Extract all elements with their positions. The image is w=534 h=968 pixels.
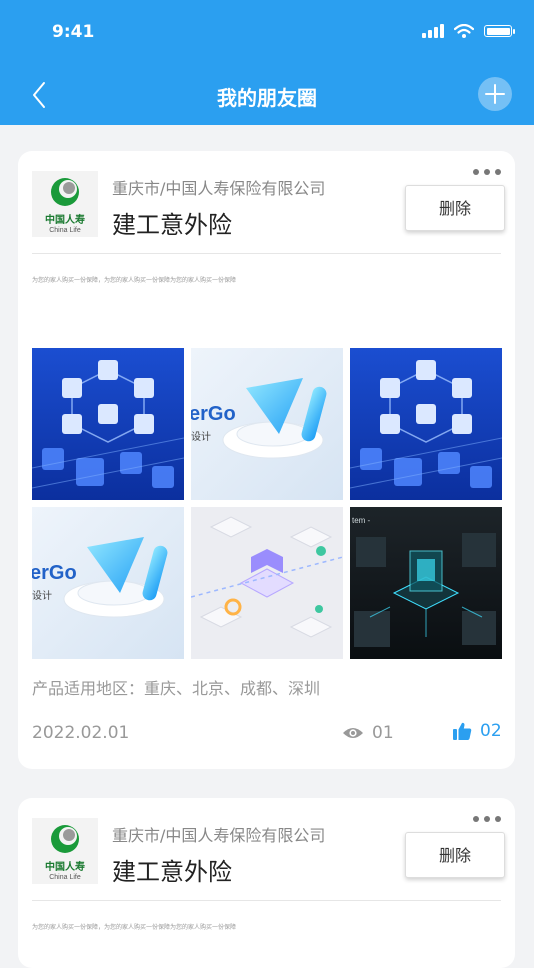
signal-icon bbox=[422, 24, 444, 38]
delete-button[interactable]: 删除 bbox=[405, 185, 505, 231]
company-name: 重庆市/中国人寿保险有限公司 bbox=[112, 179, 326, 198]
add-post-button[interactable] bbox=[478, 77, 512, 111]
more-options-icon[interactable] bbox=[473, 169, 501, 175]
svg-text:China Life: China Life bbox=[49, 227, 81, 234]
eye-icon bbox=[343, 728, 363, 738]
battery-icon bbox=[484, 25, 515, 37]
wifi-icon bbox=[454, 24, 474, 38]
svg-text:China Life: China Life bbox=[49, 874, 81, 881]
thumbs-up-icon bbox=[453, 722, 472, 740]
svg-text:erGo: erGo bbox=[32, 562, 77, 584]
status-icons bbox=[422, 24, 515, 38]
post-date: 2022.02.01 bbox=[32, 723, 130, 743]
post-description: 为您的家人购买一份保障，为您的家人购买一份保障为您的家人购买一份保障 bbox=[32, 277, 237, 284]
divider bbox=[32, 900, 501, 901]
post-description: 为您的家人购买一份保障，为您的家人购买一份保障为您的家人购买一份保障 bbox=[32, 924, 237, 931]
plus-icon bbox=[485, 84, 505, 104]
post-card: 中国人寿 China Life 重庆市/中国人寿保险有限公司 建工意外险 删除 … bbox=[18, 798, 515, 968]
product-name: 建工意外险 bbox=[112, 858, 232, 886]
post-image-blue-cubes[interactable] bbox=[350, 348, 502, 500]
svg-text:tem -: tem - bbox=[352, 516, 371, 525]
view-count-value: 01 bbox=[372, 723, 394, 743]
view-count: 01 bbox=[342, 723, 394, 743]
status-time: 9:41 bbox=[52, 22, 95, 42]
post-image-chip-circuit[interactable]: tem - bbox=[350, 507, 502, 659]
product-name: 建工意外险 bbox=[112, 211, 232, 239]
like-button[interactable]: 02 bbox=[452, 721, 502, 741]
svg-text:erGo: erGo bbox=[191, 403, 236, 425]
svg-text:中国人寿: 中国人寿 bbox=[45, 860, 85, 873]
page-title: 我的朋友圈 bbox=[217, 86, 317, 110]
more-options-icon[interactable] bbox=[473, 816, 501, 822]
image-grid: erGo 设计 erGo 设计 tem - bbox=[32, 348, 502, 659]
post-image-blue-cubes[interactable] bbox=[32, 348, 184, 500]
svg-text:设计: 设计 bbox=[32, 589, 52, 602]
company-name: 重庆市/中国人寿保险有限公司 bbox=[112, 826, 326, 845]
product-region: 产品适用地区：重庆、北京、成都、深圳 bbox=[32, 679, 321, 698]
svg-text:设计: 设计 bbox=[191, 430, 211, 443]
post-image-isometric-city[interactable] bbox=[191, 507, 343, 659]
like-count-value: 02 bbox=[480, 721, 502, 741]
divider bbox=[32, 253, 501, 254]
china-life-logo: 中国人寿 China Life bbox=[32, 818, 98, 884]
delete-button[interactable]: 删除 bbox=[405, 832, 505, 878]
china-life-logo: 中国人寿 China Life bbox=[32, 171, 98, 237]
post-card: 中国人寿 China Life 重庆市/中国人寿保险有限公司 建工意外险 删除 … bbox=[18, 151, 515, 769]
post-image-logo-3d[interactable]: erGo 设计 bbox=[32, 507, 184, 659]
post-image-logo-3d[interactable]: erGo 设计 bbox=[191, 348, 343, 500]
app-header: 9:41 我的朋友圈 bbox=[0, 0, 534, 125]
svg-text:中国人寿: 中国人寿 bbox=[45, 213, 85, 226]
